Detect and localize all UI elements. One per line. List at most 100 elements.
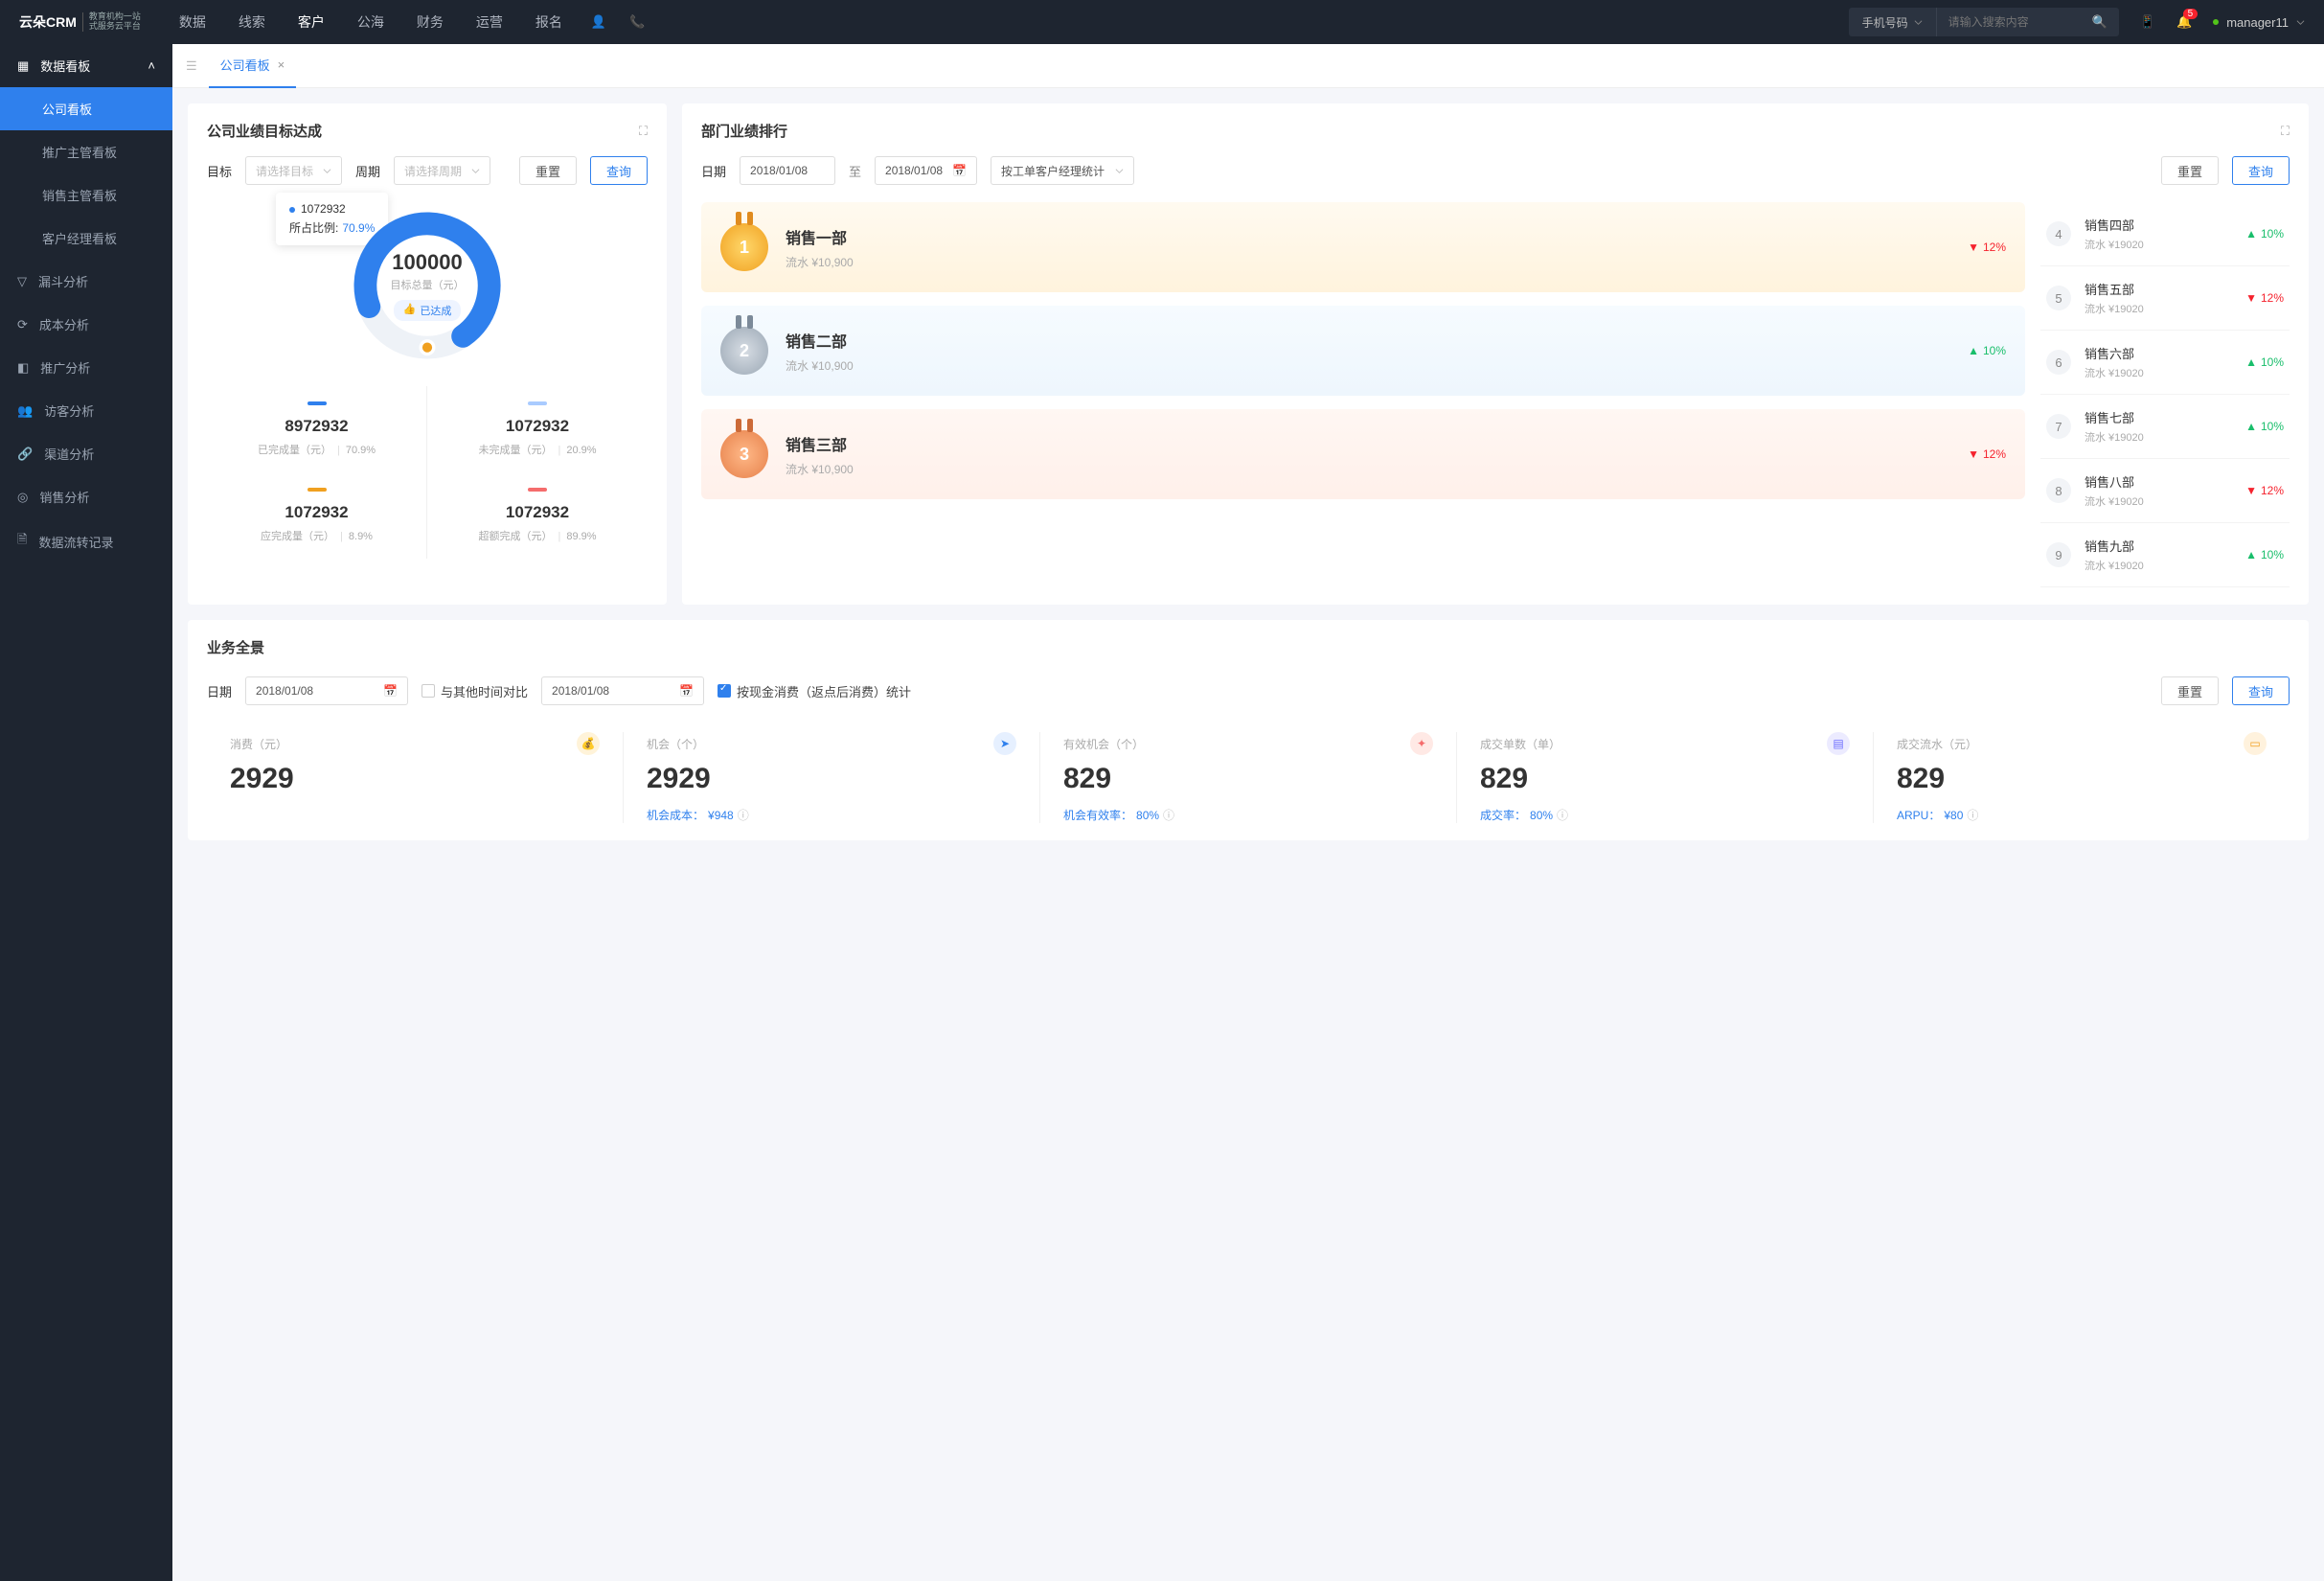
- rank-list-item: 6销售六部流水 ¥19020▲ 10%: [2040, 331, 2290, 395]
- mobile-icon[interactable]: 📱: [2140, 14, 2155, 30]
- nav-item[interactable]: 线索: [239, 1, 265, 43]
- reset-button[interactable]: 重置: [2161, 676, 2219, 705]
- nav-item[interactable]: 客户: [298, 1, 325, 43]
- date-input-2[interactable]: 2018/01/08📅: [541, 676, 704, 705]
- sidebar-item-icon: ⟳: [17, 317, 28, 332]
- query-button[interactable]: 查询: [590, 156, 648, 185]
- nav-extra-icons: 👤 📞: [591, 14, 645, 30]
- checkbox-compare[interactable]: 与其他时间对比: [422, 682, 528, 700]
- date-from-input[interactable]: 2018/01/08: [740, 156, 835, 185]
- medal-icon: 2: [720, 327, 768, 375]
- sidebar-group-dashboard[interactable]: ▦数据看板 ˄: [0, 44, 172, 87]
- chevron-down-icon: [1115, 167, 1124, 175]
- stat-icon: ▤: [1827, 732, 1850, 755]
- sidebar-sub-item[interactable]: 推广主管看板: [0, 130, 172, 173]
- sidebar-sub-item[interactable]: 公司看板: [0, 87, 172, 130]
- chevron-down-icon: [471, 167, 480, 175]
- checkbox-cash[interactable]: 按现金消费（返点后消费）统计: [718, 682, 911, 700]
- sidebar-item-icon: ◧: [17, 360, 29, 376]
- card-ranking: 部门业绩排行 ⛶ 日期 2018/01/08 至 2018/01/08📅 按工单…: [682, 103, 2309, 605]
- calendar-icon: 📅: [679, 684, 694, 698]
- user-name: manager11: [2226, 15, 2289, 30]
- stat-icon: ➤: [993, 732, 1016, 755]
- nav-item[interactable]: 数据: [179, 1, 206, 43]
- rank-list-item: 9销售九部流水 ¥19020▲ 10%: [2040, 523, 2290, 587]
- search-type-select[interactable]: 手机号码: [1849, 8, 1937, 36]
- nav-item[interactable]: 报名: [535, 1, 562, 43]
- sidebar-item[interactable]: ◎销售分析: [0, 475, 172, 518]
- sidebar-item[interactable]: 🗎数据流转记录: [0, 518, 172, 564]
- sidebar-item[interactable]: 🔗渠道分析: [0, 432, 172, 475]
- stat-icon: ▭: [2244, 732, 2267, 755]
- help-icon[interactable]: ⓘ: [1967, 807, 1978, 823]
- nav-item[interactable]: 财务: [417, 1, 444, 43]
- search-icon[interactable]: 🔍: [2081, 14, 2119, 30]
- card-title: 部门业绩排行: [701, 121, 787, 141]
- select-period[interactable]: 请选择周期: [394, 156, 490, 185]
- nav-item[interactable]: 公海: [357, 1, 384, 43]
- select-stat-type[interactable]: 按工单客户经理统计: [991, 156, 1134, 185]
- sidebar-item-icon: 🔗: [17, 447, 33, 462]
- close-icon[interactable]: ×: [278, 57, 285, 72]
- sidebar-item[interactable]: ▽漏斗分析: [0, 260, 172, 303]
- metric-item: 1072932未完成量（元）|20.9%: [427, 386, 648, 472]
- calendar-icon: 📅: [383, 684, 398, 698]
- card-goal: 公司业绩目标达成 ⛶ 目标 请选择目标 周期 请选择周期 重置 查询: [188, 103, 667, 605]
- metric-item: 1072932超额完成（元）|89.9%: [427, 472, 648, 559]
- sidebar-sub-item[interactable]: 客户经理看板: [0, 217, 172, 260]
- grid-icon: ▦: [17, 58, 29, 74]
- calendar-icon: 📅: [952, 164, 967, 177]
- help-icon[interactable]: ⓘ: [738, 807, 749, 823]
- date-to-input[interactable]: 2018/01/08📅: [875, 156, 977, 185]
- sidebar-item[interactable]: ◧推广分析: [0, 346, 172, 389]
- status-dot-icon: [2213, 19, 2219, 25]
- notif-badge: 5: [2183, 9, 2199, 19]
- chevron-down-icon: [2296, 18, 2305, 27]
- sidebar-sub-item[interactable]: 销售主管看板: [0, 173, 172, 217]
- person-icon[interactable]: 👤: [591, 14, 606, 30]
- search-bar: 手机号码 🔍: [1849, 8, 2119, 36]
- nav-item[interactable]: 运营: [476, 1, 503, 43]
- logo-subtitle: 教育机构一站 式服务云平台: [82, 12, 141, 32]
- card-title: 业务全景: [207, 637, 2290, 657]
- phone-icon[interactable]: 📞: [629, 14, 645, 30]
- user-menu[interactable]: manager11: [2213, 15, 2305, 30]
- card-title: 公司业绩目标达成: [207, 121, 322, 141]
- rank-list-item: 5销售五部流水 ¥19020▼ 12%: [2040, 266, 2290, 331]
- sidebar-item[interactable]: 👥访客分析: [0, 389, 172, 432]
- tab-bar: ☰ 公司看板 ×: [172, 44, 2324, 88]
- sidebar-item-icon: 👥: [17, 403, 33, 419]
- rank-list-item: 8销售八部流水 ¥19020▼ 12%: [2040, 459, 2290, 523]
- main-nav: 数据线索客户公海财务运营报名: [179, 1, 562, 43]
- search-input[interactable]: [1937, 15, 2081, 29]
- checkbox-checked-icon: [718, 684, 731, 698]
- label-target: 目标: [207, 162, 232, 180]
- donut-value: 100000: [392, 250, 462, 275]
- date-input-1[interactable]: 2018/01/08📅: [245, 676, 408, 705]
- label-date: 日期: [701, 162, 726, 180]
- label-period: 周期: [355, 162, 380, 180]
- tab-company-board[interactable]: 公司看板 ×: [209, 44, 297, 88]
- chevron-down-icon: [1914, 18, 1923, 27]
- help-icon[interactable]: ⓘ: [1163, 807, 1174, 823]
- logo: 云朵CRM 教育机构一站 式服务云平台: [19, 12, 141, 32]
- query-button[interactable]: 查询: [2232, 156, 2290, 185]
- stat-item: 机会（个）➤2929机会成本：¥948 ⓘ: [624, 732, 1040, 823]
- menu-toggle-icon[interactable]: ☰: [186, 58, 197, 74]
- reset-button[interactable]: 重置: [519, 156, 577, 185]
- status-achieved-tag: 👍已达成: [394, 300, 462, 321]
- card-overview: 业务全景 日期 2018/01/08📅 与其他时间对比 2018/01/08📅 …: [188, 620, 2309, 840]
- stat-icon: 💰: [577, 732, 600, 755]
- expand-icon[interactable]: ⛶: [639, 124, 648, 139]
- bell-icon[interactable]: 🔔5: [2176, 14, 2192, 30]
- chevron-up-icon: ˄: [148, 58, 155, 73]
- select-target[interactable]: 请选择目标: [245, 156, 342, 185]
- medal-icon: 3: [720, 430, 768, 478]
- expand-icon[interactable]: ⛶: [2281, 124, 2290, 139]
- reset-button[interactable]: 重置: [2161, 156, 2219, 185]
- help-icon[interactable]: ⓘ: [1557, 807, 1568, 823]
- query-button[interactable]: 查询: [2232, 676, 2290, 705]
- stat-item: 成交单数（单）▤829成交率：80% ⓘ: [1457, 732, 1874, 823]
- sidebar-item[interactable]: ⟳成本分析: [0, 303, 172, 346]
- logo-text: 云朵CRM: [19, 12, 77, 32]
